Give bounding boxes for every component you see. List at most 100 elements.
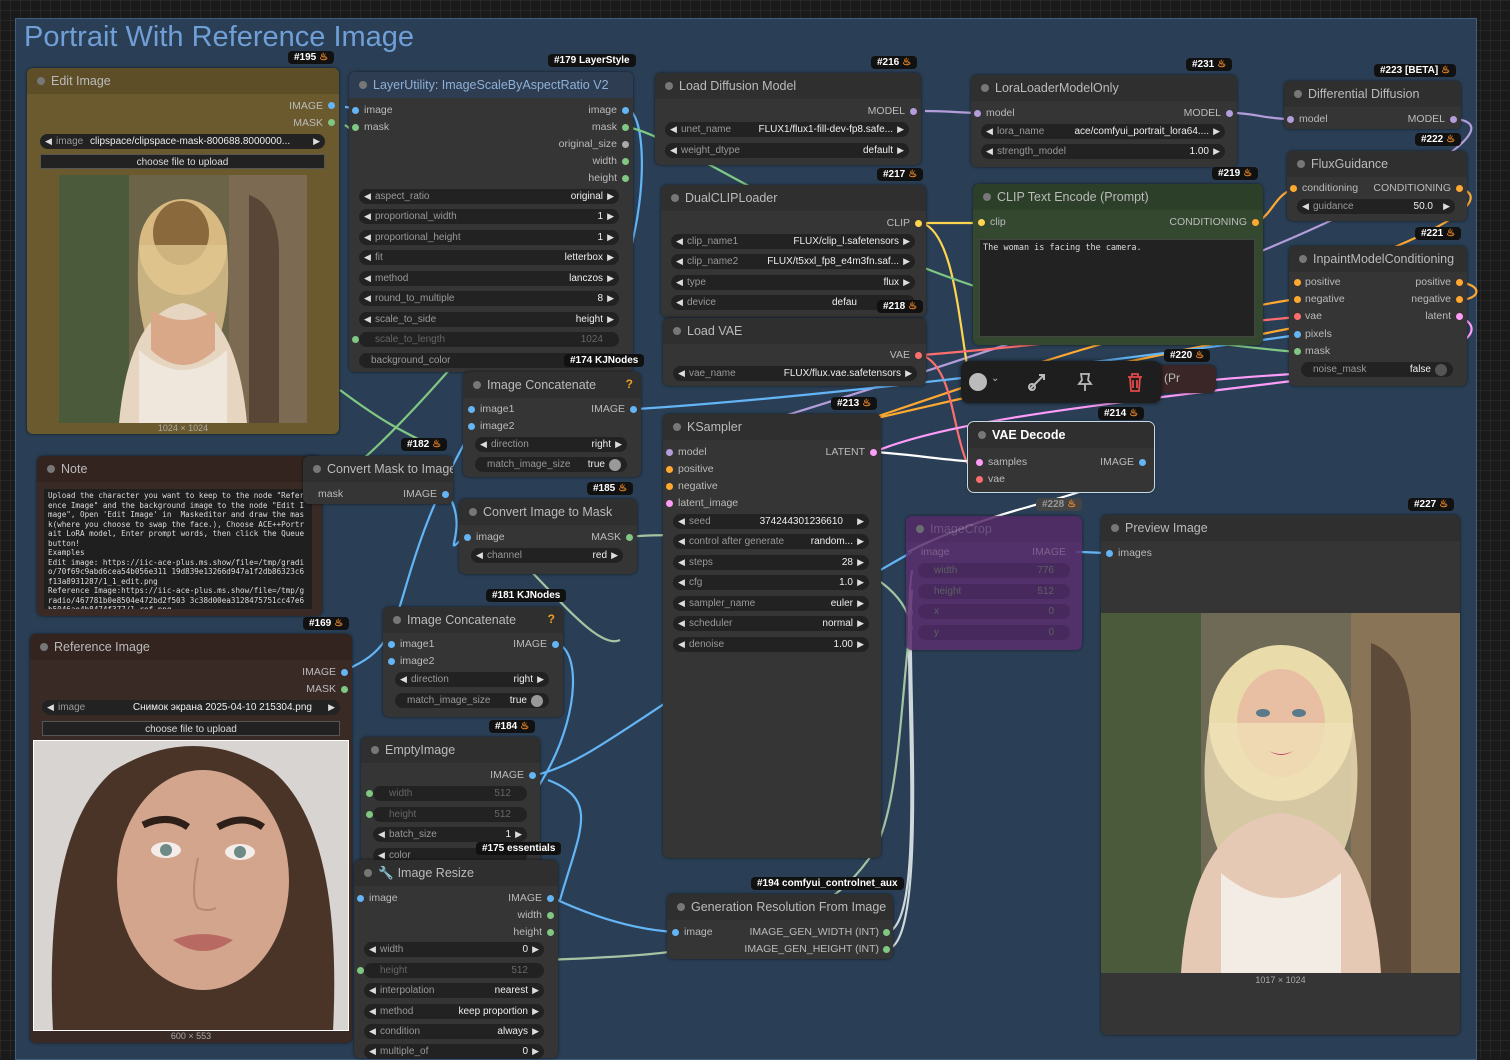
scale-widget-scale-to-side[interactable]: ◀ scale_to_side height ▶ [359,312,619,327]
arrow-left-icon[interactable]: ◀ [476,548,483,563]
scale-widget-aspect-ratio[interactable]: ◀ aspect_ratio original ▶ [359,189,619,204]
arrow-left-icon[interactable]: ◀ [369,1004,376,1019]
note-textarea[interactable]: Upload the character you want to keep to… [44,489,312,609]
image-to-mask-out-port[interactable] [626,534,633,541]
resize-widget-condition[interactable]: ◀ condition always ▶ [364,1024,544,1039]
arrow-left-icon[interactable]: ◀ [670,143,677,158]
toggle-icon[interactable] [1435,364,1447,376]
toggle-icon[interactable] [609,459,621,471]
edit-image-out-image-port[interactable] [328,102,335,109]
node-reference-image-title[interactable]: Reference Image [30,634,352,660]
ksampler-widget-denoise[interactable]: ◀ denoise 1.00 ▶ [673,637,869,652]
node-load-vae[interactable]: Load VAE VAE ◀ vae_name FLUX/flux.vae.safe… [663,318,926,386]
empty-image-in-width-port[interactable] [366,790,373,797]
arrow-left-icon[interactable]: ◀ [676,295,683,310]
node-image-crop-title[interactable]: ImageCrop [906,516,1082,542]
arrow-left-icon[interactable]: ◀ [678,575,685,590]
arrow-left-icon[interactable]: ◀ [45,134,52,149]
scale-out-image-port[interactable] [622,107,629,114]
load-diffusion-widget-dtype[interactable]: ◀ weight_dtype default ▶ [665,143,909,158]
edit-image-out-mask-port[interactable] [328,119,335,126]
node-load-diffusion-title[interactable]: Load Diffusion Model [655,73,921,99]
flux-out-conditioning-port[interactable] [1456,185,1463,192]
ksampler-widget-scheduler[interactable]: ◀ scheduler normal ▶ [673,616,869,631]
arrow-left-icon[interactable]: ◀ [364,189,371,204]
node-differential-diffusion[interactable]: Differential Diffusion model MODEL [1284,81,1461,129]
arrow-right-icon[interactable]: ▶ [857,514,864,529]
inpaint-out-latent-port[interactable] [1456,313,1463,320]
node-convert-image-to-mask[interactable]: Convert Image to Mask image MASK ◀ channe… [459,499,637,574]
help-icon[interactable]: ? [626,377,633,391]
arrow-right-icon[interactable]: ▶ [515,827,522,842]
node-reference-image[interactable]: Reference Image IMAGE MASK ◀ image Снимо… [30,634,352,1043]
arrow-left-icon[interactable]: ◀ [678,366,685,381]
arrow-left-icon[interactable]: ◀ [676,234,683,249]
vae-decode-out-image-port[interactable] [1139,459,1146,466]
inpaint-in-mask-port[interactable] [1294,348,1301,355]
ksampler-in-latent-port[interactable] [666,500,673,507]
help-icon[interactable]: ? [548,612,555,626]
node-clip-text-encode-title[interactable]: CLIP Text Encode (Prompt) [973,184,1263,210]
arrow-right-icon[interactable]: ▶ [1213,124,1220,139]
arrow-right-icon[interactable]: ▶ [607,312,614,327]
empty-image-widget-width[interactable]: width 512 [373,786,527,801]
edit-image-upload-button[interactable]: choose file to upload [40,154,325,169]
inpaint-in-positive-port[interactable] [1294,279,1301,286]
inpaint-in-pixels-port[interactable] [1294,331,1301,338]
arrow-right-icon[interactable]: ▶ [897,122,904,137]
vae-decode-in-samples-port[interactable] [976,459,983,466]
empty-image-in-height-port[interactable] [366,811,373,818]
arrow-right-icon[interactable]: ▶ [537,672,544,687]
node-inpaint-model-conditioning[interactable]: InpaintModelConditioning positive negati… [1289,246,1467,386]
lora-widget-name[interactable]: ◀ lora_name ace/comfyui_portrait_lora64...… [981,124,1225,139]
node-preview-image-title[interactable]: Preview Image [1101,515,1460,541]
inpaint-out-negative-port[interactable] [1456,296,1463,303]
node-image-to-mask-title[interactable]: Convert Image to Mask [459,499,637,525]
concat2-out-image-port[interactable] [552,641,559,648]
empty-image-widget-batch-size[interactable]: ◀ batch_size 1 ▶ [373,827,527,842]
scale-in-mask-port[interactable] [352,124,359,131]
image-crop-widget-width[interactable]: width 776 [918,563,1070,578]
scale-out-height-port[interactable] [622,175,629,182]
flux-in-conditioning-port[interactable] [1290,185,1297,192]
arrow-right-icon[interactable]: ▶ [607,271,614,286]
empty-image-widget-height[interactable]: height 512 [373,807,527,822]
node-dual-clip-loader[interactable]: DualCLIPLoader CLIP ◀ clip_name1 FLUX/clip… [661,185,926,317]
arrow-right-icon[interactable]: ▶ [857,534,864,549]
node-canvas[interactable]: Portrait With Reference Image #195 ♨ #17… [0,0,1510,1060]
trash-icon[interactable] [1124,371,1146,393]
arrow-left-icon[interactable]: ◀ [678,596,685,611]
arrow-left-icon[interactable]: ◀ [670,122,677,137]
arrow-right-icon[interactable]: ▶ [532,983,539,998]
node-flux-guidance-title[interactable]: FluxGuidance [1287,151,1467,177]
node-image-resize-title[interactable]: 🔧 Image Resize [354,860,558,886]
dual-clip-widget-clip1[interactable]: ◀ clip_name1 FLUX/clip_l.safetensors ▶ [671,234,915,249]
color-picker-icon[interactable] [969,373,987,391]
arrow-left-icon[interactable]: ◀ [364,230,371,245]
resize-widget-height[interactable]: height 512 [364,963,544,978]
concat2-widget-match[interactable]: match_image_size true [395,693,549,708]
diff-out-model-port[interactable] [1450,116,1457,123]
arrow-left-icon[interactable]: ◀ [678,534,685,549]
ksampler-widget-steps[interactable]: ◀ steps 28 ▶ [673,555,869,570]
node-note[interactable]: Note Upload the character you want to ke… [37,456,322,616]
concat2-in-image2-port[interactable] [388,658,395,665]
node-edit-image-title[interactable]: Edit Image [27,68,339,94]
inpaint-widget-noise-mask[interactable]: noise_mask false [1301,362,1453,377]
node-clip-text-encode[interactable]: CLIP Text Encode (Prompt) clip CONDITION… [973,184,1263,345]
ksampler-widget-seed[interactable]: ◀ seed 374244301236610 ▶ [673,514,869,529]
arrow-left-icon[interactable]: ◀ [678,514,685,529]
ksampler-widget-sampler[interactable]: ◀ sampler_name euler ▶ [673,596,869,611]
pin-icon[interactable] [1074,371,1096,393]
arrow-right-icon[interactable]: ▶ [328,700,335,715]
arrow-left-icon[interactable]: ◀ [480,437,487,452]
arrow-right-icon[interactable]: ▶ [903,254,910,269]
concat1-in-image2-port[interactable] [468,423,475,430]
arrow-right-icon[interactable]: ▶ [857,555,864,570]
node-load-diffusion-model[interactable]: Load Diffusion Model MODEL ◀ unet_name FLU… [655,73,921,165]
node-lora-loader[interactable]: LoraLoaderModelOnly model MODEL ◀ lora_na… [971,75,1237,167]
vae-decode-in-vae-port[interactable] [976,476,983,483]
diff-in-model-port[interactable] [1287,116,1294,123]
node-concat2-title[interactable]: Image Concatenate [383,607,563,633]
load-vae-out-port[interactable] [915,352,922,359]
